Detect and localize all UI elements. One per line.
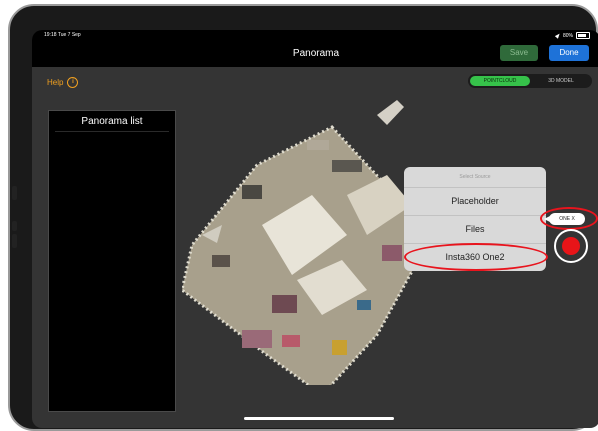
side-button [12,221,17,231]
status-date: Tue 7 Sep [57,32,81,38]
battery-percent: 80% [562,32,573,39]
source-placeholder[interactable]: Placeholder [404,187,546,215]
ipad-frame: 19:18 Tue 7 Sep 80% Panorama Save Done H… [8,4,598,431]
save-button[interactable]: Save [500,45,538,61]
status-bar: 19:18 Tue 7 Sep 80% [32,30,598,41]
done-button[interactable]: Done [549,45,589,61]
view-toggle: POINTCLOUD 3D MODEL [468,74,592,88]
tab-3d-model[interactable]: 3D MODEL [532,76,590,86]
highlight-badge-oval [540,207,598,230]
source-files[interactable]: Files [404,215,546,243]
help-label: Help [47,78,64,87]
side-button [12,234,17,248]
status-time: 19:18 [44,32,57,38]
location-arrow-icon [554,32,562,39]
record-icon [562,237,580,255]
panorama-list-panel: Panorama list [48,110,176,412]
help-button[interactable]: Help i [47,77,79,88]
home-indicator[interactable] [244,417,394,420]
highlight-insta360-oval [404,243,548,271]
pointcloud-model [182,100,440,385]
popup-header: Select Source [459,174,491,180]
panorama-list-title: Panorama list [81,116,143,127]
record-button[interactable] [554,229,588,263]
side-button [12,186,17,200]
screen: 19:18 Tue 7 Sep 80% Panorama Save Done H… [32,30,598,428]
info-icon: i [67,77,79,88]
divider [55,131,169,132]
battery-icon [576,32,590,39]
tab-pointcloud[interactable]: POINTCLOUD [470,76,530,86]
nav-bar: Panorama Save Done [32,41,598,67]
